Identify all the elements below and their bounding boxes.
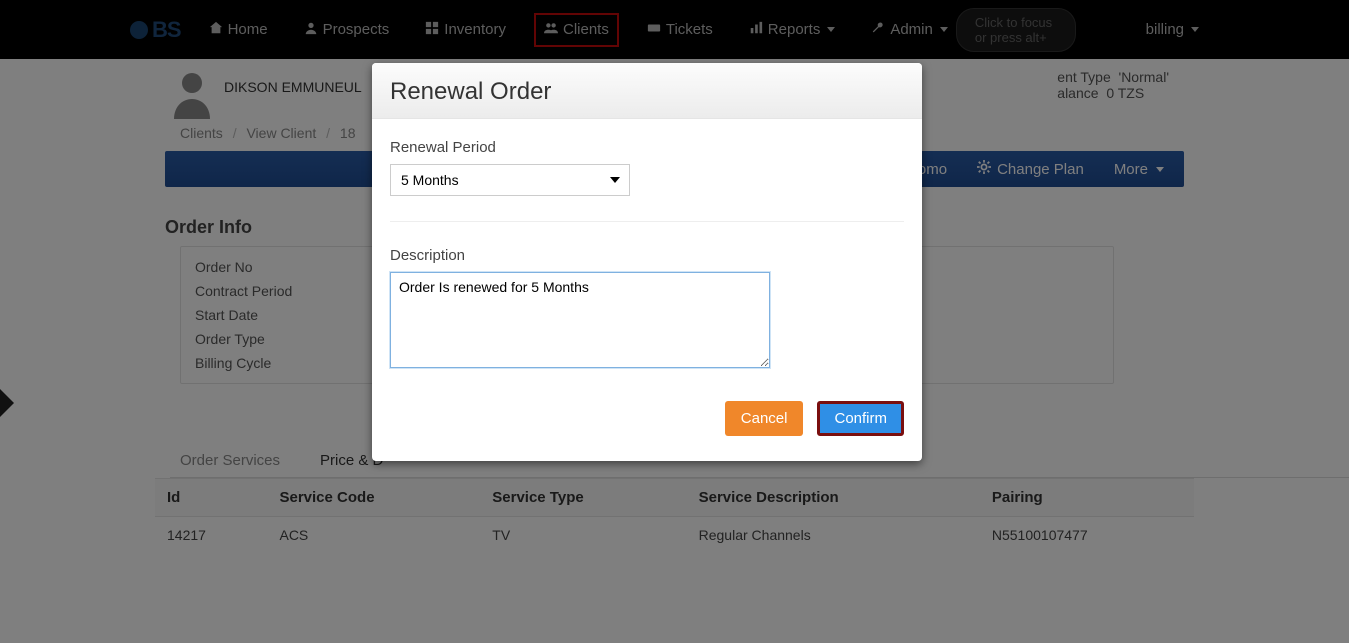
modal-header: Renewal Order <box>372 63 922 119</box>
modal-body: Renewal Period 5 Months Description <box>372 119 922 381</box>
modal-title: Renewal Order <box>390 78 904 106</box>
divider <box>390 221 904 222</box>
chevron-down-icon <box>610 177 620 183</box>
renewal-order-modal: Renewal Order Renewal Period 5 Months De… <box>372 63 922 461</box>
cancel-button[interactable]: Cancel <box>725 401 804 436</box>
renewal-period-select[interactable]: 5 Months <box>390 164 630 196</box>
modal-footer: Cancel Confirm <box>372 381 922 461</box>
renewal-period-label: Renewal Period <box>390 139 904 156</box>
confirm-button[interactable]: Confirm <box>817 401 904 436</box>
renewal-period-select-wrap: 5 Months <box>390 164 630 196</box>
description-textarea[interactable] <box>390 272 770 368</box>
description-label: Description <box>390 247 904 264</box>
